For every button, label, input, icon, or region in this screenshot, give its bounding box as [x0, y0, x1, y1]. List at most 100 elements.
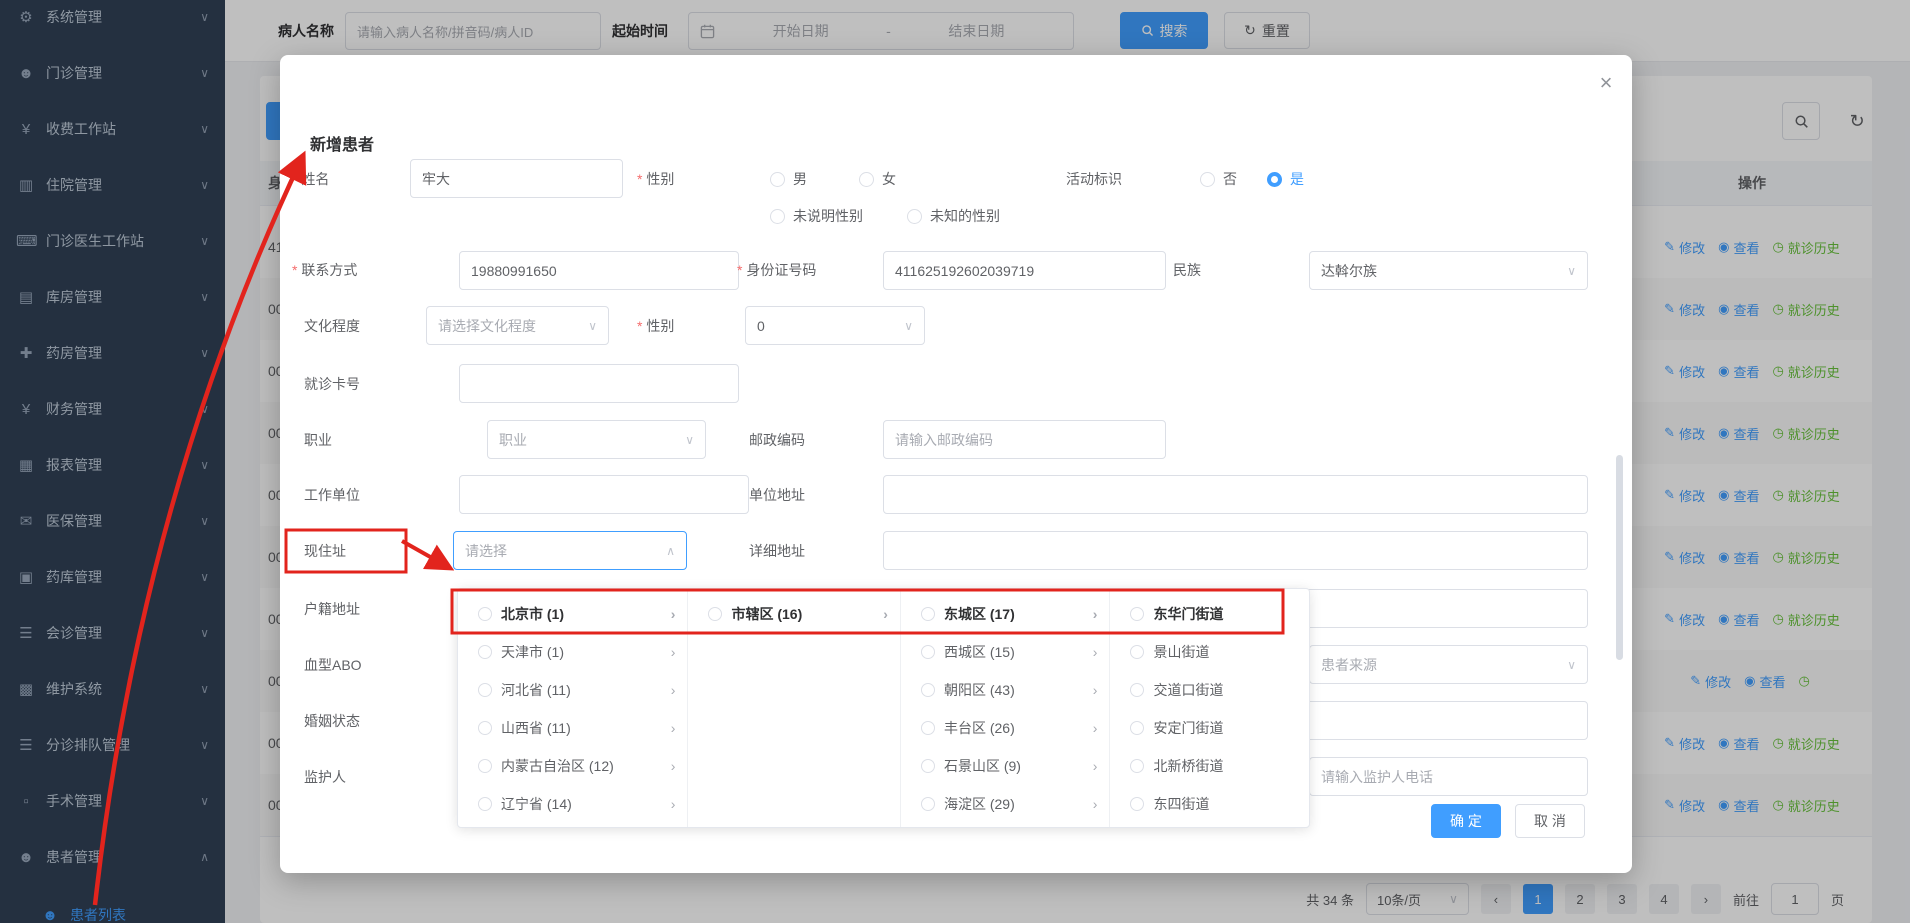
close-icon[interactable]: × — [1592, 69, 1620, 97]
patient-source-select[interactable]: 患者来源∨ — [1309, 645, 1588, 684]
contact-input[interactable]: 19880991650 — [459, 251, 739, 290]
cascader-option-beijing[interactable]: 北京市 (1)› — [458, 595, 687, 633]
radio-icon — [770, 209, 785, 224]
cascader-option-dongsi[interactable]: 东四街道 — [1110, 785, 1309, 823]
ethnic-select[interactable]: 达斡尔族∨ — [1309, 251, 1588, 290]
radio-icon — [907, 209, 922, 224]
active-radio-yes[interactable]: 是 — [1267, 169, 1304, 189]
guardian-label: 监护人 — [304, 767, 346, 787]
cascader-district-column: 东城区 (17)› 西城区 (15)› 朝阳区 (43)› 丰台区 (26)› … — [901, 589, 1111, 827]
radio-icon — [1130, 645, 1144, 659]
cascader-option-fengtai[interactable]: 丰台区 (26)› — [901, 709, 1110, 747]
cascader-option-shanxi[interactable]: 山西省 (11)› — [458, 709, 687, 747]
company-input[interactable] — [459, 475, 749, 514]
chevron-right-icon: › — [671, 682, 676, 698]
gender-radio-male[interactable]: 男 — [770, 169, 807, 189]
company-address-input[interactable] — [883, 475, 1588, 514]
detail-address-label: 详细地址 — [749, 541, 805, 561]
confirm-button[interactable]: 确 定 — [1431, 804, 1501, 838]
company-label: 工作单位 — [304, 485, 360, 505]
chevron-right-icon: › — [1093, 796, 1098, 812]
visit-card-label: 就诊卡号 — [304, 374, 360, 394]
company-address-label: 单位地址 — [749, 485, 805, 505]
cascader-option-andingmen[interactable]: 安定门街道 — [1110, 709, 1309, 747]
cascader-street-column: 东华门街道 景山街道 交道口街道 安定门街道 北新桥街道 东四街道 — [1110, 589, 1309, 827]
cascader-option-xicheng[interactable]: 西城区 (15)› — [901, 633, 1110, 671]
radio-icon — [1200, 172, 1215, 187]
cascader-option-liaoning[interactable]: 辽宁省 (14)› — [458, 785, 687, 823]
radio-icon — [478, 797, 492, 811]
cascader-option-shijingshan[interactable]: 石景山区 (9)› — [901, 747, 1110, 785]
idcard-input[interactable]: 411625192602039719 — [883, 251, 1166, 290]
visit-card-input[interactable] — [459, 364, 739, 403]
app-screen: ⚙系统管理∨ ☻门诊管理∨ ¥收费工作站∨ ▥住院管理∨ ⌨门诊医生工作站∨ ▤… — [0, 0, 1910, 923]
radio-icon — [921, 797, 935, 811]
cascader-option-haidian[interactable]: 海淀区 (29)› — [901, 785, 1110, 823]
cascader-province-column: 北京市 (1)› 天津市 (1)› 河北省 (11)› 山西省 (11)› 内蒙… — [458, 589, 688, 827]
cascader-option-shixiaqu[interactable]: 市辖区 (16)› — [688, 595, 900, 633]
radio-icon — [921, 721, 935, 735]
gender-radio-female[interactable]: 女 — [859, 169, 896, 189]
radio-icon — [478, 759, 492, 773]
cascader-option-chaoyang[interactable]: 朝阳区 (43)› — [901, 671, 1110, 709]
chevron-right-icon: › — [671, 644, 676, 660]
radio-icon — [1130, 759, 1144, 773]
gender2-select[interactable]: 0∨ — [745, 306, 925, 345]
dialog-scrollbar[interactable] — [1616, 455, 1623, 660]
cascader-city-column: 市辖区 (16)› — [688, 589, 901, 827]
radio-icon — [770, 172, 785, 187]
cascader-option-neimenggu[interactable]: 内蒙古自治区 (12)› — [458, 747, 687, 785]
radio-icon — [921, 645, 935, 659]
dialog-title: 新增患者 — [310, 131, 374, 155]
radio-icon — [859, 172, 874, 187]
chevron-right-icon: › — [1093, 682, 1098, 698]
name-label: 姓名 — [292, 169, 329, 189]
cascader-option-beixinqiao[interactable]: 北新桥街道 — [1110, 747, 1309, 785]
postal-label: 邮政编码 — [749, 430, 805, 450]
chevron-up-icon: ∧ — [660, 544, 675, 558]
chevron-right-icon: › — [671, 720, 676, 736]
chevron-right-icon: › — [671, 606, 676, 622]
gender-radio-unknown[interactable]: 未知的性别 — [907, 206, 1000, 226]
radio-icon — [478, 683, 492, 697]
cascader-option-hebei[interactable]: 河北省 (11)› — [458, 671, 687, 709]
cascader-option-jingshan[interactable]: 景山街道 — [1110, 633, 1309, 671]
gender2-label: 性别 — [637, 316, 674, 336]
chevron-right-icon: › — [883, 606, 888, 622]
chevron-right-icon: › — [1093, 720, 1098, 736]
cascader-option-jiaodaokou[interactable]: 交道口街道 — [1110, 671, 1309, 709]
chevron-down-icon: ∨ — [679, 433, 694, 447]
chevron-right-icon: › — [1093, 758, 1098, 774]
guardian-phone-input[interactable]: 请输入监护人电话 — [1309, 757, 1588, 796]
chevron-down-icon: ∨ — [1561, 658, 1576, 672]
chevron-right-icon: › — [1093, 644, 1098, 660]
radio-icon — [708, 607, 722, 621]
radio-icon — [478, 645, 492, 659]
blood-type-label: 血型ABO — [304, 655, 362, 675]
radio-icon — [921, 683, 935, 697]
radio-icon — [478, 607, 492, 621]
cascader-option-donghuamen[interactable]: 东华门街道 — [1110, 595, 1309, 633]
idcard-label: 身份证号码 — [737, 260, 816, 280]
cascader-option-tianjin[interactable]: 天津市 (1)› — [458, 633, 687, 671]
marital-status-label: 婚姻状态 — [304, 711, 360, 731]
name-input[interactable]: 牢大 — [410, 159, 623, 198]
add-patient-dialog: 新增患者 × 姓名 牢大 性别 男 女 活动标识 否 是 未说明性别 未知的性别… — [280, 55, 1632, 873]
cascader-option-dongcheng[interactable]: 东城区 (17)› — [901, 595, 1110, 633]
detail-address-input[interactable] — [883, 531, 1588, 570]
radio-icon — [921, 759, 935, 773]
active-radio-no[interactable]: 否 — [1200, 169, 1237, 189]
chevron-down-icon: ∨ — [1561, 264, 1576, 278]
chevron-down-icon: ∨ — [898, 319, 913, 333]
current-address-cascader-select[interactable]: 请选择∧ — [453, 531, 687, 570]
gender-radio-unstated[interactable]: 未说明性别 — [770, 206, 863, 226]
radio-icon — [478, 721, 492, 735]
gender-label: 性别 — [637, 169, 674, 189]
current-address-label: 现住址 — [304, 541, 346, 561]
occupation-select[interactable]: 职业∨ — [487, 420, 706, 459]
postal-input[interactable]: 请输入邮政编码 — [883, 420, 1166, 459]
cancel-button[interactable]: 取 消 — [1515, 804, 1585, 838]
education-select[interactable]: 请选择文化程度∨ — [426, 306, 609, 345]
education-label: 文化程度 — [304, 316, 360, 336]
household-address-label: 户籍地址 — [304, 599, 360, 619]
